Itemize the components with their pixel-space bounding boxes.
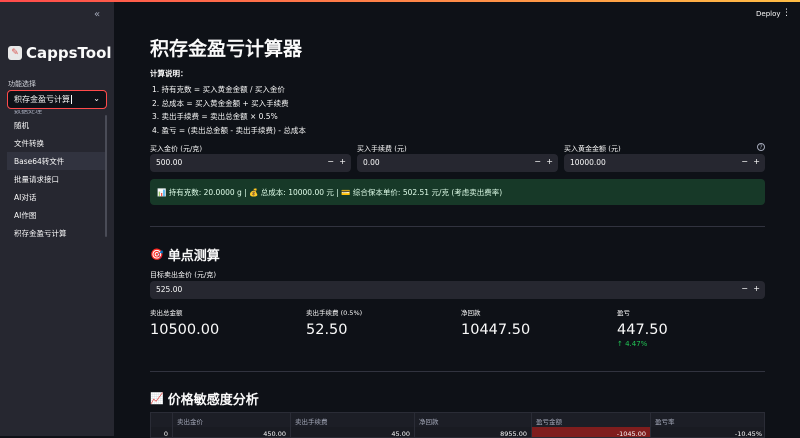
sell-price-value[interactable]: 525.00 — [156, 285, 182, 294]
paint-palette-icon: ✎ — [8, 46, 22, 60]
page-title: 积存金盈亏计算器 — [150, 38, 303, 60]
metric-value: 10447.50 — [461, 322, 531, 338]
help-icon[interactable]: ? — [757, 143, 765, 151]
sell-price-label: 目标卖出金价 (元/克) — [150, 271, 217, 279]
app-logo: ✎ CappsTool — [8, 44, 112, 62]
buy-fee-label: 买入手续费 (元) — [357, 145, 407, 153]
dropdown-item-file-convert[interactable]: 文件转换 — [7, 134, 105, 152]
chart-icon: 📈 — [150, 392, 164, 405]
explain-step: 4. 盈亏 = (卖出总金额 - 卖出手续费) - 总成本 — [152, 125, 306, 135]
increment-button[interactable]: + — [753, 157, 760, 166]
explain-step: 1. 持有克数 = 买入黄金金额 / 买入金价 — [152, 85, 285, 94]
collapse-sidebar-icon[interactable]: « — [94, 9, 100, 20]
table-header-row: 卖出金价 卖出手续费 净回款 盈亏金额 盈亏率 — [151, 413, 764, 427]
summary-info-box: 📊 持有克数: 20.0000 g | 💰 总成本: 10000.00 元 | … — [150, 179, 765, 205]
metric-value: 52.50 — [306, 322, 348, 338]
table-header-cell[interactable]: 盈亏率 — [651, 413, 764, 427]
metric-label: 净回款 — [461, 309, 481, 317]
buy-fee-value[interactable]: 0.00 — [363, 158, 380, 167]
single-calc-title: 单点测算 — [167, 249, 220, 264]
metric-sell-fee: 卖出手续费 (0.5%) 52.50 — [306, 307, 362, 338]
buy-amount-input[interactable]: 10000.00 − + — [564, 154, 765, 172]
dropdown-clipped-item[interactable]: 数据处理 — [14, 110, 42, 115]
dropdown-item-ai-chat[interactable]: AI对话 — [7, 188, 105, 206]
increment-button[interactable]: + — [546, 157, 553, 166]
divider — [150, 371, 765, 372]
table-header-cell[interactable]: 净回款 — [415, 413, 532, 427]
chevron-down-icon[interactable]: ⌄ — [93, 94, 100, 103]
profit-delta-badge: ↑ 4.47% — [617, 340, 648, 348]
table-cell[interactable]: 45.00 — [291, 427, 415, 437]
sell-price-input[interactable]: 525.00 − + — [150, 281, 765, 299]
target-icon: 🎯 — [150, 248, 164, 261]
function-dropdown: 数据处理 随机 文件转换 Base64转文件 批量请求接口 AI对话 AI作图 … — [7, 110, 107, 242]
explain-step: 2. 总成本 = 买入黄金金额 + 买入手续费 — [152, 98, 289, 108]
dropdown-scrollbar[interactable] — [105, 115, 107, 237]
decrement-button[interactable]: − — [741, 284, 748, 293]
metric-value: 447.50 — [617, 322, 668, 338]
metric-label: 卖出总金额 — [150, 309, 183, 317]
table-header-cell[interactable]: 盈亏金额 — [532, 413, 651, 427]
metric-net-return: 净回款 10447.50 — [461, 307, 530, 338]
main-menu-icon[interactable]: ⋮ — [782, 8, 791, 18]
explain-title: 计算说明： — [150, 69, 188, 78]
metric-label: 卖出手续费 (0.5%) — [306, 309, 363, 317]
dropdown-item-random[interactable]: 随机 — [7, 116, 105, 134]
decrement-button[interactable]: − — [327, 157, 334, 166]
decrement-button[interactable]: − — [741, 157, 748, 166]
sensitivity-table[interactable]: 卖出金价 卖出手续费 净回款 盈亏金额 盈亏率 0 450.00 45.00 8… — [150, 412, 765, 438]
table-cell[interactable]: 450.00 — [173, 427, 291, 437]
single-calc-heading: 🎯 单点测算 — [150, 245, 220, 264]
function-select-label: 功能选择 — [8, 80, 36, 88]
explain-steps: 1. 持有克数 = 买入黄金金额 / 买入金价 2. 总成本 = 买入黄金金额 … — [152, 84, 306, 138]
buy-price-input[interactable]: 500.00 − + — [150, 154, 351, 172]
dropdown-item-base64[interactable]: Base64转文件 — [7, 152, 105, 170]
increment-button[interactable]: + — [339, 157, 346, 166]
buy-price-label: 买入金价 (元/克) — [150, 145, 203, 153]
buy-amount-label: 买入黄金金额 (元) — [564, 145, 621, 153]
function-select[interactable]: 积存金盈亏计算 ⌄ — [7, 90, 107, 109]
sensitivity-heading: 📈 价格敏感度分析 — [150, 389, 259, 408]
metric-sell-total: 卖出总金额 10500.00 — [150, 307, 219, 338]
dropdown-item-batch-request[interactable]: 批量请求接口 — [7, 170, 105, 188]
dropdown-item-gold-calc[interactable]: 积存金盈亏计算 — [7, 224, 105, 242]
buy-fee-input[interactable]: 0.00 − + — [357, 154, 558, 172]
divider — [150, 226, 765, 227]
table-cell[interactable]: 8955.00 — [415, 427, 532, 437]
table-header-cell[interactable]: 卖出金价 — [173, 413, 291, 427]
main-content: Deploy ⋮ 积存金盈亏计算器 计算说明： 1. 持有克数 = 买入黄金金额… — [114, 2, 800, 438]
dropdown-item-ai-image[interactable]: AI作图 — [7, 206, 105, 224]
sidebar: « ✎ CappsTool 功能选择 积存金盈亏计算 ⌄ 数据处理 随机 文件转… — [0, 2, 114, 436]
buy-price-value[interactable]: 500.00 — [156, 158, 182, 167]
sensitivity-title: 价格敏感度分析 — [167, 393, 259, 408]
deploy-button[interactable]: Deploy — [756, 10, 781, 18]
buy-amount-value[interactable]: 10000.00 — [570, 158, 606, 167]
function-select-value: 积存金盈亏计算 — [14, 95, 70, 104]
table-header-cell[interactable] — [151, 413, 173, 427]
metric-label: 盈亏 — [617, 309, 630, 317]
metric-value: 10500.00 — [150, 322, 220, 338]
decrement-button[interactable]: − — [534, 157, 541, 166]
increment-button[interactable]: + — [753, 284, 760, 293]
explain-step: 3. 卖出手续费 = 卖出总金额 × 0.5% — [152, 112, 278, 121]
app-name: CappsTool — [26, 44, 112, 62]
metric-profit: 盈亏 447.50 — [617, 307, 668, 338]
table-cell[interactable]: 0 — [151, 427, 173, 437]
table-cell[interactable]: -1045.00 — [532, 427, 651, 437]
table-row[interactable]: 0 450.00 45.00 8955.00 -1045.00 -10.45% — [151, 427, 764, 437]
table-header-cell[interactable]: 卖出手续费 — [291, 413, 415, 427]
table-cell[interactable]: -10.45% — [651, 427, 764, 437]
text-cursor — [71, 95, 72, 104]
